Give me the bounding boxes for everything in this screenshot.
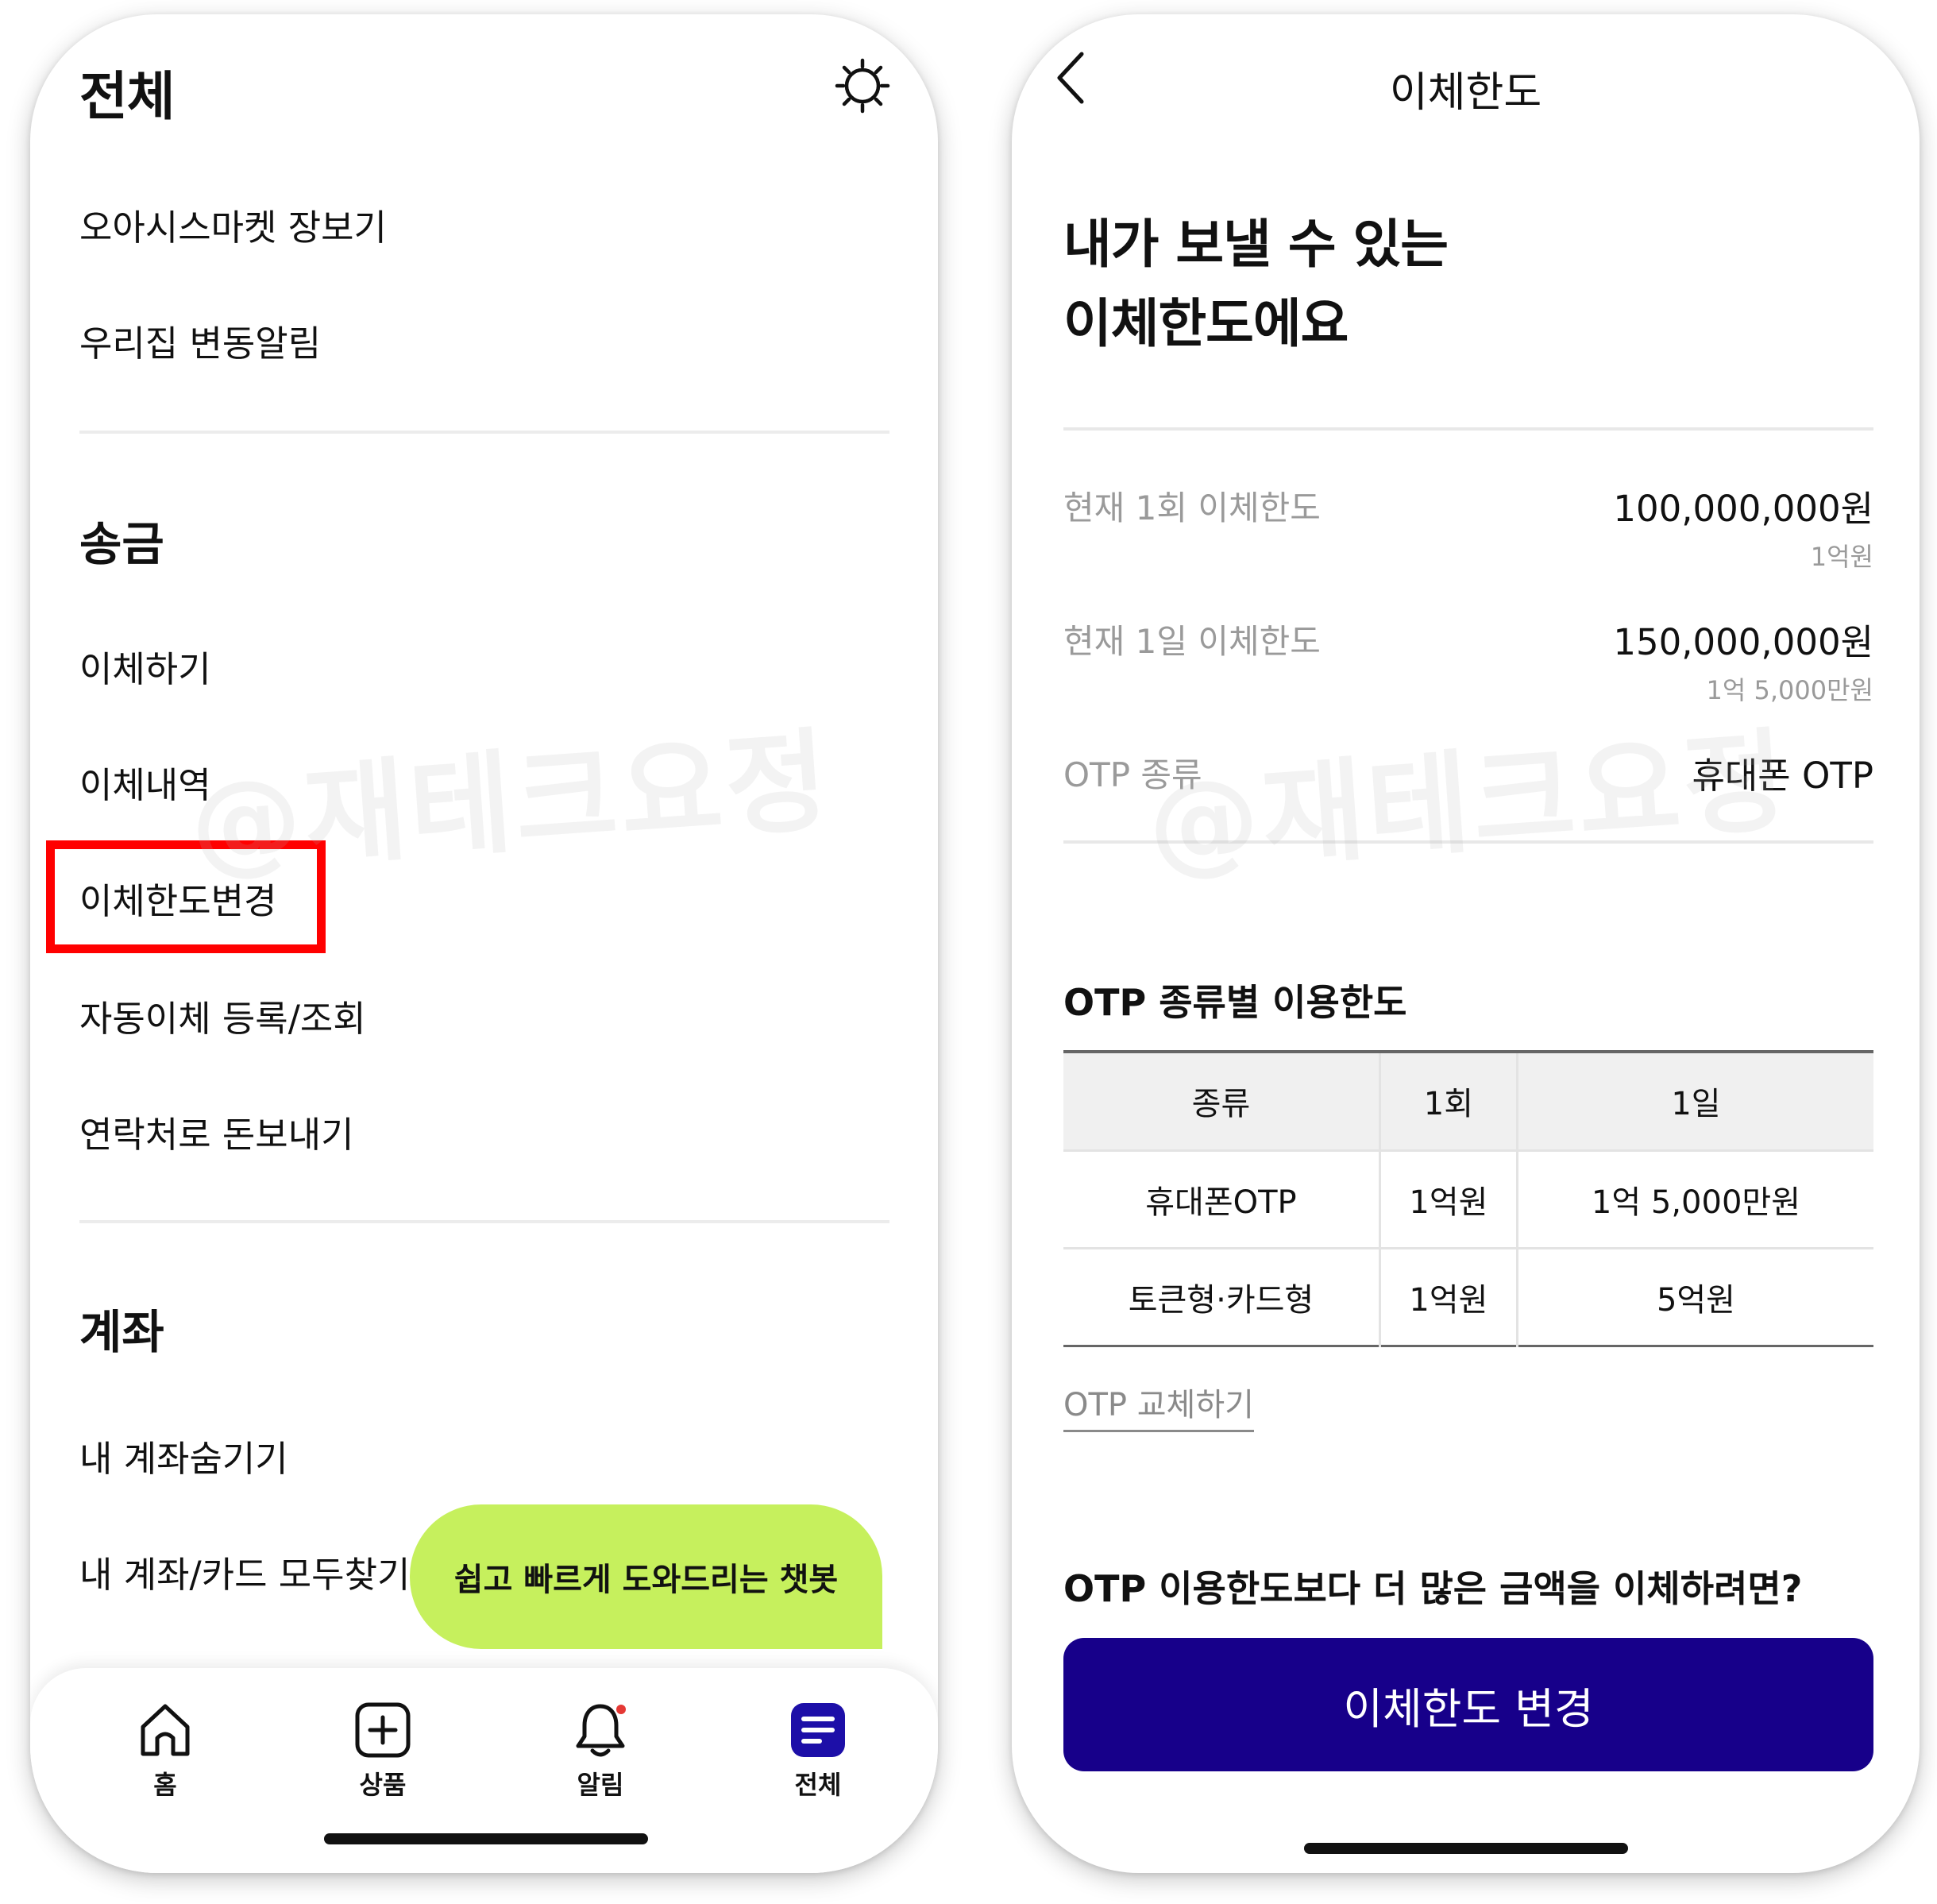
- section-title-transfer: 송금: [79, 517, 164, 571]
- table-header-row: 종류 1회 1일: [1063, 1052, 1873, 1150]
- menu-item-send-to-contact[interactable]: 연락처로 돈보내기: [79, 1106, 354, 1157]
- notification-dot: [616, 1705, 626, 1714]
- limit-sub-once: 1억원: [1810, 542, 1873, 572]
- otp-replace-link[interactable]: OTP 교체하기: [1063, 1379, 1254, 1432]
- table-cell: 5억원: [1517, 1246, 1873, 1346]
- home-indicator: [324, 1833, 648, 1844]
- otp-limit-table: 종류 1회 1일 휴대폰OTP 1억원 1억 5,000만원 토큰형·카드형 1…: [1063, 1050, 1873, 1347]
- home-indicator: [1304, 1843, 1628, 1854]
- page-title: 전체: [79, 66, 175, 127]
- menu-item-oasis-market[interactable]: 오아시스마켓 장보기: [79, 199, 387, 250]
- page-title-line1: 내가 보낼 수 있는: [1063, 214, 1449, 275]
- tab-products[interactable]: 상품: [319, 1700, 446, 1802]
- section-divider: [79, 431, 889, 434]
- tab-notifications[interactable]: 알림: [537, 1700, 664, 1802]
- page-title-line2: 이체한도에요: [1063, 293, 1349, 354]
- header-title: 이체한도: [1389, 69, 1542, 117]
- tab-notifications-label: 알림: [577, 1770, 624, 1800]
- table-row: 휴대폰OTP 1억원 1억 5,000만원: [1063, 1149, 1873, 1248]
- limit-label-daily: 현재 1일 이체한도: [1063, 622, 1321, 661]
- more-limit-title: OTP 이용한도보다 더 많은 금액을 이체하려면?: [1063, 1567, 1803, 1610]
- settings-gear-icon[interactable]: [834, 57, 891, 114]
- limit-value-once: 100,000,000원: [1613, 488, 1873, 530]
- tab-home[interactable]: 홈: [102, 1700, 229, 1802]
- otp-limit-section-title: OTP 종류별 이용한도: [1063, 981, 1407, 1024]
- chatbot-bubble[interactable]: 쉽고 빠르게 도와드리는 챗봇: [410, 1504, 882, 1649]
- limit-value-daily: 150,000,000원: [1613, 621, 1873, 663]
- menu-item-home-alert[interactable]: 우리집 변동알림: [79, 315, 321, 366]
- plus-square-icon: [355, 1702, 411, 1758]
- watermark: @재테크요정: [186, 716, 835, 890]
- section-title-account: 계좌: [79, 1305, 164, 1359]
- menu-item-auto-transfer[interactable]: 자동이체 등록/조회: [79, 990, 366, 1041]
- table-cell: 1억원: [1379, 1246, 1518, 1346]
- table-cell: 1억원: [1379, 1149, 1518, 1248]
- section-divider: [79, 1220, 889, 1223]
- table-header-cell: 1일: [1517, 1052, 1873, 1150]
- table-header-cell: 종류: [1063, 1052, 1381, 1150]
- table-cell: 1억 5,000만원: [1517, 1149, 1873, 1248]
- tab-all-label: 전체: [794, 1770, 842, 1800]
- menu-item-transfer[interactable]: 이체하기: [79, 640, 211, 692]
- limit-label-once: 현재 1회 이체한도: [1063, 489, 1321, 527]
- menu-icon: [791, 1703, 845, 1757]
- section-divider: [1063, 427, 1873, 431]
- phone-screen-all-menu: 전체 오아시스마켓 장보기 우리집 변동알림 송금 이체하기 이체내역 이체한도…: [30, 14, 938, 1873]
- table-cell: 토큰형·카드형: [1063, 1246, 1381, 1346]
- phone-screen-transfer-limit: 이체한도 내가 보낼 수 있는 이체한도에요 현재 1회 이체한도 100,00…: [1012, 14, 1920, 1873]
- table-row: 토큰형·카드형 1억원 5억원: [1063, 1246, 1873, 1346]
- tab-all[interactable]: 전체: [754, 1700, 882, 1802]
- tab-products-label: 상품: [359, 1770, 407, 1800]
- table-cell: 휴대폰OTP: [1063, 1149, 1381, 1248]
- change-limit-button[interactable]: 이체한도 변경: [1063, 1638, 1873, 1771]
- home-icon: [141, 1704, 190, 1756]
- menu-item-find-all-accounts[interactable]: 내 계좌/카드 모두찾기: [79, 1546, 410, 1597]
- watermark: @재테크요정: [1144, 716, 1793, 890]
- tab-home-label: 홈: [153, 1770, 177, 1800]
- menu-item-hide-account[interactable]: 내 계좌숨기기: [79, 1430, 288, 1481]
- table-header-cell: 1회: [1379, 1052, 1518, 1150]
